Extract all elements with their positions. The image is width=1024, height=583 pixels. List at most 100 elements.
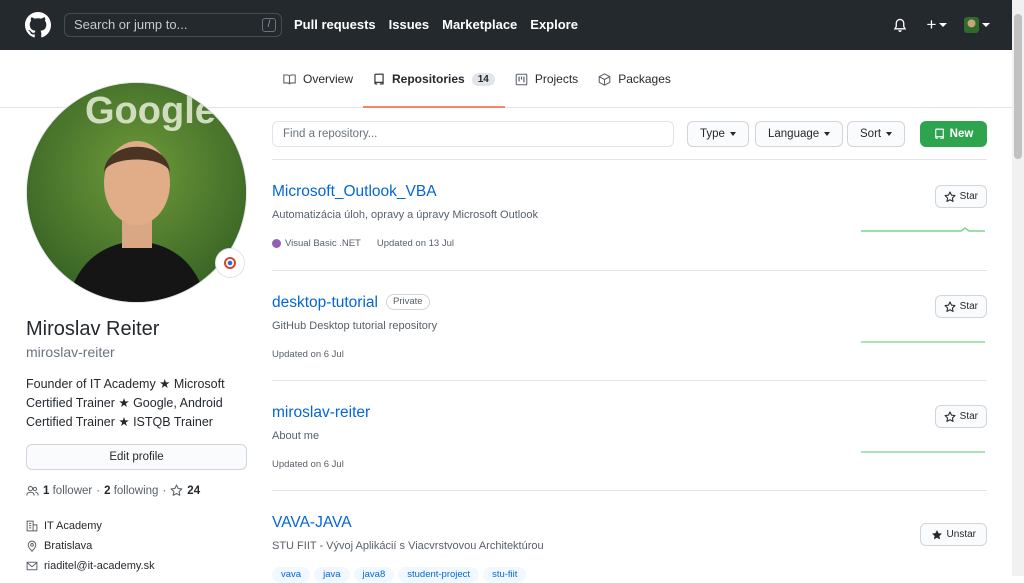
- star-button[interactable]: Star: [934, 185, 987, 208]
- topic-tag[interactable]: java: [314, 567, 350, 583]
- repo-name-link[interactable]: desktop-tutorial: [272, 294, 378, 311]
- tab-packages[interactable]: Packages: [588, 50, 681, 108]
- search-input[interactable]: Search or jump to... /: [64, 13, 282, 37]
- repo-icon: [934, 128, 944, 139]
- global-nav: Pull requests Issues Marketplace Explore: [294, 17, 578, 33]
- repo-name-link[interactable]: VAVA-JAVA: [272, 514, 352, 532]
- private-badge: Private: [385, 294, 430, 310]
- target-icon: [224, 257, 236, 269]
- repo-updated: Updated on 6 Jul: [272, 459, 344, 470]
- tab-label: Overview: [303, 72, 354, 86]
- star-label: Star: [959, 411, 978, 422]
- notifications-bell-icon[interactable]: [890, 15, 910, 35]
- repo-count-badge: 14: [471, 72, 495, 86]
- sort-filter-label: Sort: [860, 128, 882, 140]
- company-name: IT Academy: [44, 520, 102, 532]
- nav-explore[interactable]: Explore: [530, 17, 578, 33]
- activity-sparkline: [861, 341, 985, 343]
- chevron-down-icon: [939, 23, 948, 27]
- tab-label: Packages: [618, 72, 671, 86]
- repo-topics: vava java java8 student-project stu-fiit: [272, 567, 527, 583]
- tab-label: Repositories: [392, 72, 465, 86]
- star-icon: [944, 190, 956, 202]
- search-placeholder: Search or jump to...: [74, 17, 188, 32]
- tab-overview[interactable]: Overview: [273, 50, 363, 108]
- email-link[interactable]: riaditel@it-academy.sk: [44, 560, 155, 572]
- profile-photo: Google: [27, 83, 246, 302]
- company-row: IT Academy: [26, 516, 155, 536]
- sort-filter-button[interactable]: Sort: [847, 121, 906, 147]
- tab-repositories[interactable]: Repositories 14: [363, 50, 505, 108]
- topic-tag[interactable]: student-project: [398, 567, 480, 583]
- star-button[interactable]: Star: [934, 405, 987, 428]
- profile-avatar[interactable]: Google: [26, 82, 247, 303]
- star-label: Star: [959, 301, 978, 312]
- nav-pull-requests[interactable]: Pull requests: [294, 17, 376, 33]
- global-header: Search or jump to... / Pull requests Iss…: [0, 0, 1012, 50]
- unstar-button[interactable]: Unstar: [919, 523, 987, 546]
- profile-details: IT Academy Bratislava riaditel@it-academ…: [26, 516, 155, 576]
- tab-projects[interactable]: Projects: [505, 50, 588, 108]
- repo-list-item: VAVA-JAVA STU FIIT - Vývoj Aplikácií s V…: [272, 490, 987, 583]
- stars-count[interactable]: 24: [187, 485, 200, 497]
- language-color-dot: [272, 239, 281, 248]
- new-repository-button[interactable]: New: [920, 121, 987, 147]
- star-label: Unstar: [946, 529, 976, 540]
- topic-tag[interactable]: vava: [272, 567, 311, 583]
- scrollbar-thumb[interactable]: [1014, 14, 1022, 159]
- chevron-down-icon: [824, 132, 831, 136]
- activity-sparkline: [861, 227, 985, 232]
- nav-issues[interactable]: Issues: [389, 17, 429, 33]
- location-row: Bratislava: [26, 536, 155, 556]
- repo-language: Visual Basic .NET: [285, 238, 361, 249]
- star-button[interactable]: Star: [934, 295, 987, 318]
- create-new-dropdown[interactable]: +: [924, 15, 950, 35]
- star-filled-icon: [931, 529, 942, 539]
- separator: ·: [96, 484, 101, 497]
- star-icon: [170, 484, 183, 496]
- followers-label: follower: [52, 484, 93, 497]
- profile-full-name: Miroslav Reiter: [26, 318, 160, 340]
- following-count: 2: [104, 484, 111, 497]
- edit-profile-button[interactable]: Edit profile: [26, 444, 247, 470]
- topic-tag[interactable]: java8: [353, 567, 395, 583]
- following-link[interactable]: 2 following: [104, 485, 158, 497]
- separator: ·: [162, 484, 167, 497]
- language-filter-label: Language: [768, 128, 820, 140]
- search-shortcut-hint: /: [262, 18, 276, 32]
- location-icon: [27, 540, 37, 552]
- avatar: [964, 17, 979, 33]
- following-label: following: [113, 484, 159, 497]
- repo-description: About me: [272, 430, 320, 442]
- follow-stats: 1 follower · 2 following · 24: [26, 484, 200, 497]
- repo-description: GitHub Desktop tutorial repository: [272, 320, 438, 332]
- language-filter-button[interactable]: Language: [755, 121, 844, 147]
- repo-description: STU FIIT - Vývoj Aplikácií s Viacvrstvov…: [272, 540, 544, 552]
- mail-icon: [26, 561, 38, 571]
- status-emoji-button[interactable]: [215, 248, 245, 278]
- repo-name-link[interactable]: miroslav-reiter: [272, 404, 370, 422]
- repo-icon: [374, 73, 384, 85]
- type-filter-button[interactable]: Type: [687, 121, 749, 147]
- plus-icon: +: [926, 15, 937, 34]
- user-menu-dropdown[interactable]: [964, 15, 990, 35]
- repo-meta: Updated on 6 Jul: [272, 349, 344, 360]
- github-logo-icon[interactable]: [25, 12, 51, 38]
- repo-name-link[interactable]: Microsoft_Outlook_VBA: [272, 183, 437, 201]
- repo-meta: Visual Basic .NET Updated on 13 Jul: [272, 238, 454, 249]
- organization-icon: [26, 520, 38, 532]
- repo-name-row: desktop-tutorial Private: [272, 294, 430, 312]
- followers-link[interactable]: 1 follower: [43, 485, 92, 497]
- location-text: Bratislava: [44, 540, 93, 552]
- topic-tag[interactable]: stu-fiit: [483, 567, 527, 583]
- find-repository-input[interactable]: Find a repository...: [272, 121, 674, 147]
- profile-tabs: Overview Repositories 14 Projects Packag…: [273, 50, 681, 108]
- profile-bio: Founder of IT Academy ★ Microsoft Certif…: [26, 377, 225, 429]
- star-icon: [944, 300, 956, 312]
- repo-list-item: Microsoft_Outlook_VBA Automatizácia úloh…: [272, 159, 987, 270]
- email-row: riaditel@it-academy.sk: [26, 556, 155, 576]
- nav-marketplace[interactable]: Marketplace: [442, 17, 517, 33]
- page-scrollbar[interactable]: [1012, 0, 1024, 576]
- activity-sparkline: [861, 451, 985, 453]
- chevron-down-icon: [729, 132, 736, 136]
